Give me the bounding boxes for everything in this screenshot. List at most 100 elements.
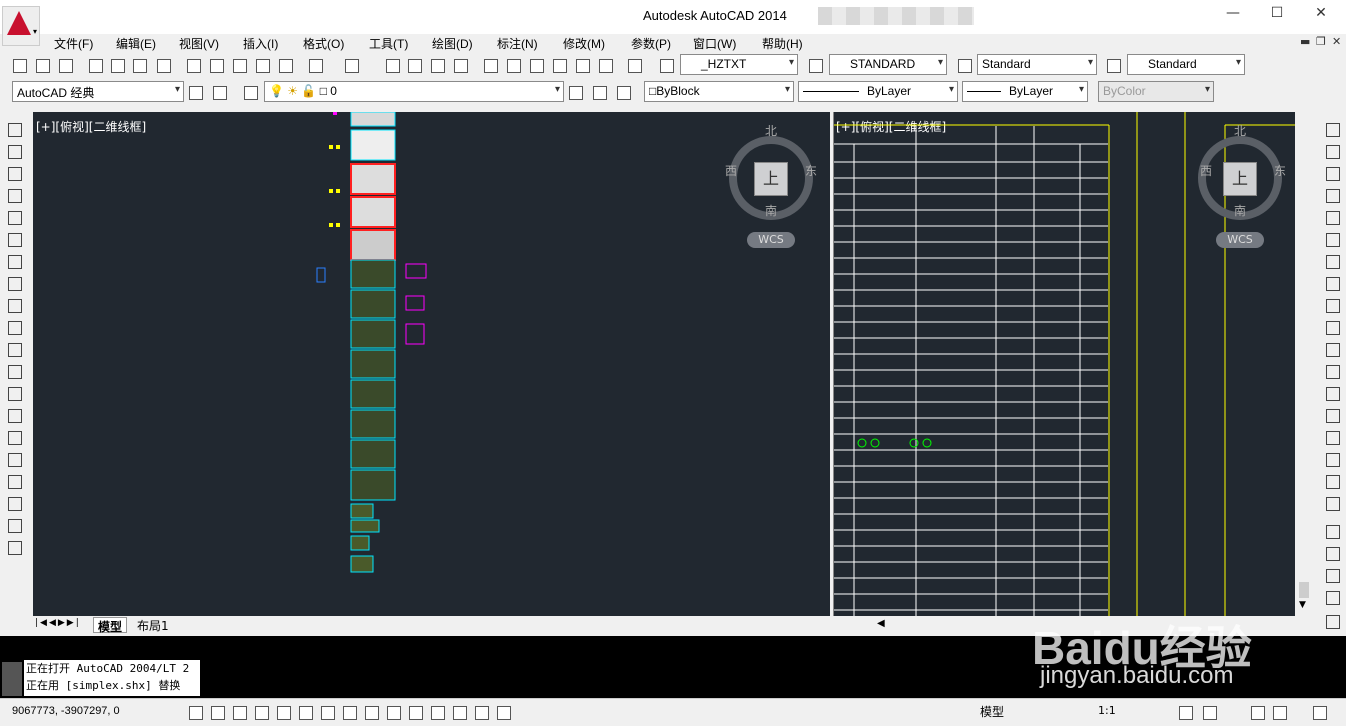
minimize-button[interactable]: — bbox=[1218, 5, 1248, 25]
maximize-button[interactable]: ☐ bbox=[1262, 5, 1292, 25]
markup-icon[interactable] bbox=[573, 56, 591, 74]
compass-west[interactable]: 西 bbox=[725, 162, 737, 179]
compass-west[interactable]: 西 bbox=[1200, 162, 1212, 179]
paste-icon[interactable] bbox=[230, 56, 248, 74]
trim-icon[interactable] bbox=[1324, 319, 1340, 335]
gear-icon[interactable] bbox=[1176, 703, 1194, 721]
redo-icon[interactable] bbox=[342, 56, 360, 74]
menu-view[interactable]: 视图(V) bbox=[179, 35, 219, 52]
application-menu-button[interactable]: ▾ bbox=[2, 6, 40, 46]
menu-edit[interactable]: 编辑(E) bbox=[116, 35, 156, 52]
menu-tools[interactable]: 工具(T) bbox=[369, 35, 408, 52]
menu-file[interactable]: 文件(F) bbox=[54, 35, 93, 52]
dim-style-select[interactable]: STANDARD ▾ bbox=[829, 54, 947, 75]
design-center-icon[interactable] bbox=[504, 56, 522, 74]
viewcube-face[interactable]: 上 bbox=[1223, 162, 1257, 196]
ellipse-arc-icon[interactable] bbox=[6, 341, 22, 357]
scroll-down-icon[interactable]: ▼ bbox=[1299, 600, 1306, 610]
offset-icon[interactable] bbox=[1324, 187, 1340, 203]
tab-layout1[interactable]: 布局1 bbox=[133, 617, 173, 633]
wcs-menu-button[interactable]: WCS bbox=[747, 232, 795, 248]
arc-icon[interactable] bbox=[6, 231, 22, 247]
polyline-icon[interactable] bbox=[6, 165, 22, 181]
viewport-right[interactable]: [+][俯视][二维线框] 上 北 南 东 西 WCS bbox=[833, 112, 1295, 616]
line-icon[interactable] bbox=[6, 121, 22, 137]
add-selected-icon[interactable] bbox=[6, 539, 22, 555]
tab-model[interactable]: 模型 bbox=[93, 617, 128, 634]
snap-mode-icon[interactable] bbox=[208, 703, 226, 721]
move-icon[interactable] bbox=[1324, 231, 1340, 247]
menu-window[interactable]: 窗口(W) bbox=[693, 35, 736, 52]
properties-icon[interactable] bbox=[481, 56, 499, 74]
layer-properties-icon[interactable] bbox=[241, 83, 259, 101]
mleader-style-icon[interactable] bbox=[1104, 56, 1122, 74]
3d-object-snap-icon[interactable] bbox=[318, 703, 336, 721]
isolate-objects-icon[interactable] bbox=[1248, 703, 1266, 721]
join-icon[interactable] bbox=[1324, 407, 1340, 423]
object-snap-icon[interactable] bbox=[296, 703, 314, 721]
blend-curves-icon[interactable] bbox=[1324, 473, 1340, 489]
stretch-icon[interactable] bbox=[1324, 297, 1340, 313]
table-style-select[interactable]: Standard ▾ bbox=[977, 54, 1097, 75]
extend-icon[interactable] bbox=[1324, 341, 1340, 357]
rectangle-icon[interactable] bbox=[6, 209, 22, 225]
erase-icon[interactable] bbox=[1324, 121, 1340, 137]
compass-east[interactable]: 东 bbox=[805, 162, 817, 179]
viewport-left[interactable]: [+][俯视][二维线框] 上 北 南 东 西 WCS bbox=[33, 112, 830, 616]
vertical-scrollbar[interactable]: ▼ bbox=[1296, 112, 1312, 616]
customize-icon[interactable] bbox=[210, 83, 228, 101]
draw-order-front-icon[interactable] bbox=[1324, 523, 1340, 539]
layer-previous-icon[interactable] bbox=[590, 83, 608, 101]
text-style-icon[interactable] bbox=[657, 56, 675, 74]
menu-draw[interactable]: 绘图(D) bbox=[432, 35, 473, 52]
zoom-previous-icon[interactable] bbox=[451, 56, 469, 74]
quick-properties-icon[interactable] bbox=[450, 703, 468, 721]
compass-north[interactable]: 北 bbox=[765, 122, 777, 139]
menu-format[interactable]: 格式(O) bbox=[303, 35, 344, 52]
linetype-select[interactable]: ByLayer ▾ bbox=[798, 81, 958, 102]
workspace-settings-icon[interactable] bbox=[186, 83, 204, 101]
doc-minimize-button[interactable]: ▬ bbox=[1300, 35, 1310, 48]
compass-east[interactable]: 东 bbox=[1274, 162, 1286, 179]
menu-dimension[interactable]: 标注(N) bbox=[497, 35, 538, 52]
object-snap-tracking-icon[interactable] bbox=[340, 703, 358, 721]
scrollbar-thumb[interactable] bbox=[1299, 582, 1309, 598]
block-editor-icon[interactable] bbox=[276, 56, 294, 74]
menu-help[interactable]: 帮助(H) bbox=[762, 35, 803, 52]
workspace-select[interactable]: AutoCAD 经典 ▾ bbox=[12, 81, 184, 102]
plot-icon[interactable] bbox=[86, 56, 104, 74]
send-under-icon[interactable] bbox=[1324, 589, 1340, 605]
break-icon[interactable] bbox=[1324, 385, 1340, 401]
viewcube-left[interactable]: 上 北 南 东 西 WCS bbox=[725, 122, 825, 252]
text-front-icon[interactable] bbox=[1324, 613, 1340, 629]
wcs-menu-button[interactable]: WCS bbox=[1216, 232, 1264, 248]
chamfer-icon[interactable] bbox=[1324, 429, 1340, 445]
ortho-mode-icon[interactable] bbox=[252, 703, 270, 721]
draw-order-back-icon[interactable] bbox=[1324, 545, 1340, 561]
lightbulb-icon[interactable] bbox=[1270, 703, 1288, 721]
menu-parametric[interactable]: 参数(P) bbox=[631, 35, 671, 52]
publish-icon[interactable] bbox=[130, 56, 148, 74]
circle-icon[interactable] bbox=[6, 253, 22, 269]
infer-constraints-icon[interactable] bbox=[186, 703, 204, 721]
point-icon[interactable] bbox=[6, 407, 22, 423]
polygon-icon[interactable] bbox=[6, 187, 22, 203]
zoom-window-icon[interactable] bbox=[428, 56, 446, 74]
spline-icon[interactable] bbox=[6, 297, 22, 313]
annotation-scale[interactable]: 1:1 bbox=[1098, 704, 1116, 717]
selection-cycling-icon[interactable] bbox=[472, 703, 490, 721]
make-current-layer-icon[interactable] bbox=[566, 83, 584, 101]
undo-icon[interactable] bbox=[306, 56, 324, 74]
mleader-style-select[interactable]: Standard ▾ bbox=[1127, 54, 1245, 75]
close-button[interactable]: ✕ bbox=[1306, 5, 1336, 25]
explode-icon[interactable] bbox=[1324, 495, 1340, 511]
help-icon[interactable] bbox=[625, 56, 643, 74]
new-icon[interactable] bbox=[10, 56, 28, 74]
coordinates-readout[interactable]: 9067773, -3907297, 0 bbox=[12, 705, 120, 717]
array-icon[interactable] bbox=[1324, 209, 1340, 225]
plot-preview-icon[interactable] bbox=[108, 56, 126, 74]
3d-print-icon[interactable] bbox=[154, 56, 172, 74]
doc-close-button[interactable]: ✕ bbox=[1332, 35, 1341, 48]
break-at-point-icon[interactable] bbox=[1324, 363, 1340, 379]
compass-south[interactable]: 南 bbox=[1234, 202, 1246, 219]
